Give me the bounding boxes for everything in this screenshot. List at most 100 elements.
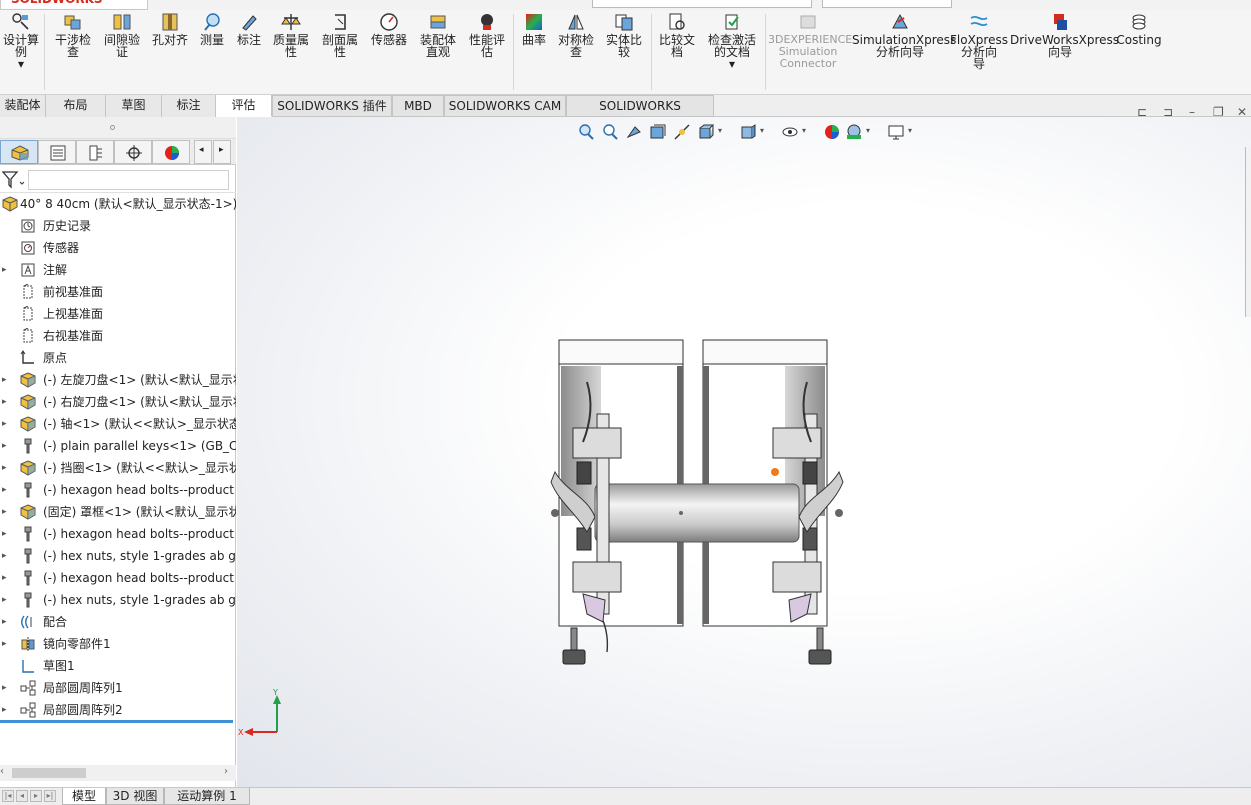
- compare-documents-button[interactable]: 比较文 档: [654, 12, 700, 92]
- expand-arrow-icon[interactable]: ▸: [2, 501, 12, 523]
- mass-properties-button[interactable]: 质量属 性: [268, 12, 314, 92]
- interference-check-button[interactable]: 干涉检 查: [50, 12, 96, 92]
- tree-item[interactable]: 原点: [0, 347, 236, 369]
- tab-solidworks-inspection[interactable]: SOLIDWORKS Inspection: [566, 95, 714, 133]
- check-active-document-button[interactable]: 检查激活 的文档 ▾: [702, 12, 762, 92]
- tab-layout[interactable]: 布局: [46, 95, 106, 117]
- performance-evaluation-button[interactable]: 性能评 估: [464, 12, 510, 92]
- tree-item[interactable]: ▸ (固定) 罩框<1> (默认<默认_显示状: [0, 501, 236, 523]
- chevron-down-icon[interactable]: ▾: [802, 126, 806, 135]
- tree-item[interactable]: ▸ 局部圆周阵列1: [0, 677, 236, 699]
- close-icon[interactable]: ✕: [1237, 105, 1247, 119]
- tab-dimxpertmanager[interactable]: [114, 140, 152, 164]
- tree-item[interactable]: 右视基准面: [0, 325, 236, 347]
- tree-item[interactable]: 传感器: [0, 237, 236, 259]
- tab-evaluate[interactable]: 评估: [216, 95, 272, 117]
- panel-grip[interactable]: [0, 117, 236, 139]
- tree-item[interactable]: ▸ (-) 轴<1> (默认<<默认>_显示状态: [0, 413, 236, 435]
- floxpress-button[interactable]: FloXpress 分析向 导: [950, 12, 1008, 92]
- design-study-button[interactable]: 设计算 例 ▾: [0, 12, 42, 92]
- first-tab-icon[interactable]: |◂: [2, 790, 14, 802]
- view-settings-monitor-icon[interactable]: [887, 123, 905, 141]
- search-box-edge[interactable]: [592, 0, 812, 8]
- tab-sketch[interactable]: 草图: [106, 95, 162, 117]
- chevron-down-icon[interactable]: ▾: [760, 126, 764, 135]
- dynamic-annotation-icon[interactable]: [673, 123, 691, 141]
- expand-arrow-icon[interactable]: ▸: [2, 611, 12, 633]
- expand-arrow-icon[interactable]: ▸: [2, 589, 12, 611]
- assembly-visualization-button[interactable]: 装配体 直观: [414, 12, 462, 92]
- tree-item[interactable]: ▸ (-) plain parallel keys<1> (GB_CC: [0, 435, 236, 457]
- section-properties-button[interactable]: 剖面属 性: [316, 12, 364, 92]
- tree-root-assembly[interactable]: 40° 8 40cm (默认<默认_显示状态-1>): [0, 193, 236, 215]
- expand-arrow-icon[interactable]: ▸: [2, 457, 12, 479]
- section-view-icon[interactable]: [649, 123, 667, 141]
- tabs-scroll-right[interactable]: ▸: [213, 140, 231, 164]
- expand-arrow-icon[interactable]: ▸: [2, 567, 12, 589]
- scroll-left-arrow-icon[interactable]: ‹: [0, 766, 4, 777]
- tab-displaymanager[interactable]: [152, 140, 190, 164]
- sensor-button[interactable]: 传感器: [366, 12, 412, 92]
- tree-item[interactable]: ▸ 配合: [0, 611, 236, 633]
- tree-filter-input[interactable]: [28, 170, 229, 190]
- expand-arrow-icon[interactable]: ▸: [2, 391, 12, 413]
- view-orientation-icon[interactable]: [697, 123, 715, 141]
- tree-item[interactable]: ▸ 注解: [0, 259, 236, 281]
- expand-arrow-icon[interactable]: ▸: [2, 259, 12, 281]
- expand-arrow-icon[interactable]: ▸: [2, 699, 12, 721]
- tree-horizontal-scrollbar[interactable]: ‹ ›: [0, 765, 236, 781]
- expand-arrow-icon[interactable]: ▸: [2, 545, 12, 567]
- assembly-model[interactable]: [547, 332, 847, 677]
- tab-featuremanager[interactable]: [0, 140, 38, 164]
- tree-item[interactable]: 历史记录: [0, 215, 236, 237]
- task-pane-tabs[interactable]: [1245, 147, 1251, 317]
- tree-item[interactable]: 上视基准面: [0, 303, 236, 325]
- next-tab-icon[interactable]: ▸: [30, 790, 42, 802]
- tree-item[interactable]: ▸ (-) 挡圈<1> (默认<<默认>_显示状: [0, 457, 236, 479]
- zoom-to-fit-icon[interactable]: [577, 123, 595, 141]
- tab-assembly[interactable]: 装配体: [0, 95, 46, 117]
- tree-item[interactable]: ▸ (-) hexagon head bolts--product: [0, 523, 236, 545]
- tree-item[interactable]: ▸ (-) hexagon head bolts--product: [0, 479, 236, 501]
- tab-configurationmanager[interactable]: [76, 140, 114, 164]
- restore-icon[interactable]: ❐: [1213, 105, 1224, 119]
- last-tab-icon[interactable]: ▸|: [44, 790, 56, 802]
- tree-item[interactable]: ▸ 局部圆周阵列2: [0, 699, 236, 721]
- chevron-down-icon[interactable]: ▾: [718, 126, 722, 135]
- expand-arrow-icon[interactable]: ▸: [2, 479, 12, 501]
- tab-solidworks-addins[interactable]: SOLIDWORKS 插件: [272, 95, 392, 117]
- previous-view-icon[interactable]: [625, 123, 643, 141]
- tree-item[interactable]: ▸ (-) hex nuts, style 1-grades ab gb: [0, 589, 236, 611]
- filter-icon[interactable]: [2, 171, 26, 189]
- tile-right-icon[interactable]: ⊐: [1163, 105, 1173, 119]
- apply-scene-icon[interactable]: [845, 123, 863, 141]
- hole-align-button[interactable]: 孔对齐: [148, 12, 192, 92]
- tab-markup[interactable]: 标注: [162, 95, 216, 117]
- chevron-down-icon[interactable]: ▾: [908, 126, 912, 135]
- tree-item[interactable]: ▸ (-) hex nuts, style 1-grades ab gb: [0, 545, 236, 567]
- clearance-verify-button[interactable]: 间隙验 证: [98, 12, 146, 92]
- tab-model[interactable]: 模型: [62, 788, 106, 805]
- tree-item[interactable]: ▸ 镜向零部件1: [0, 633, 236, 655]
- scroll-right-arrow-icon[interactable]: ›: [224, 766, 228, 777]
- tabs-scroll-left[interactable]: ◂: [194, 140, 212, 164]
- tree-item[interactable]: 前视基准面: [0, 281, 236, 303]
- tab-motion-study-1[interactable]: 运动算例 1: [164, 788, 250, 805]
- markup-button[interactable]: 标注: [232, 12, 266, 92]
- compare-bodies-button[interactable]: 实体比 较: [600, 12, 648, 92]
- tree-item[interactable]: 草图1: [0, 655, 236, 677]
- expand-arrow-icon[interactable]: ▸: [2, 633, 12, 655]
- expand-arrow-icon[interactable]: ▸: [2, 413, 12, 435]
- hide-show-items-icon[interactable]: [781, 123, 799, 141]
- simulationxpress-button[interactable]: SimulationXpress 分析向导: [852, 12, 956, 92]
- expand-arrow-icon[interactable]: ▸: [2, 369, 12, 391]
- tab-mbd[interactable]: MBD: [392, 95, 444, 117]
- driveworksxpress-button[interactable]: DriveWorksXpress 向导: [1010, 12, 1119, 92]
- display-style-icon[interactable]: [739, 123, 757, 141]
- tile-left-icon[interactable]: ⊏: [1137, 105, 1147, 119]
- graphics-area[interactable]: ⊏ ⊐ – ❐ ✕ ▾ ▾ ▾ ▾ ▾ Y X: [237, 105, 1251, 787]
- scrollbar-thumb[interactable]: [12, 768, 86, 778]
- costing-button[interactable]: Costing: [1112, 12, 1166, 92]
- prev-tab-icon[interactable]: ◂: [16, 790, 28, 802]
- chevron-down-icon[interactable]: ▾: [866, 126, 870, 135]
